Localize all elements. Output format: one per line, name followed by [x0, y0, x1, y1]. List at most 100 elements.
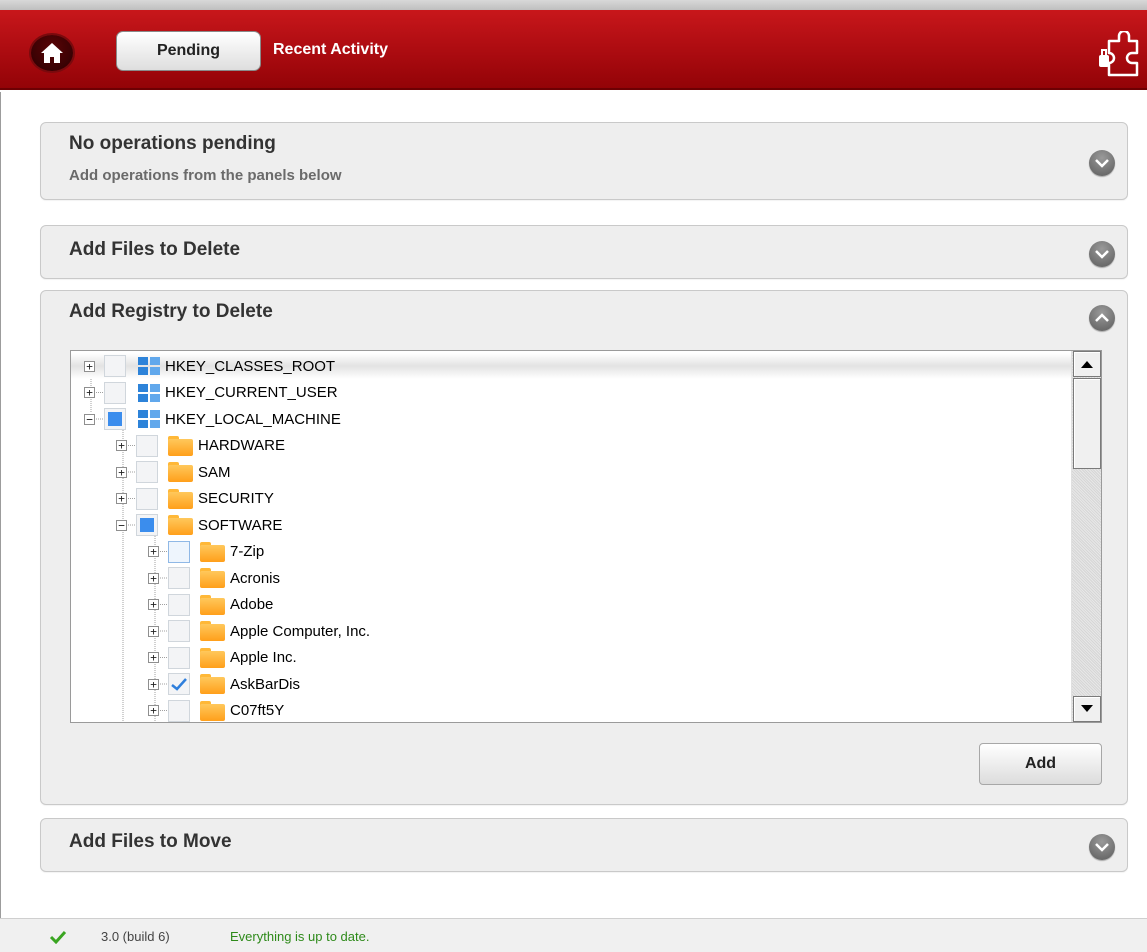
tree-row[interactable]: + SAM	[116, 459, 231, 485]
panel-title: Add Files to Move	[69, 831, 232, 852]
tree-checkbox[interactable]	[104, 381, 126, 404]
tree-row[interactable]: + Adobe	[148, 592, 273, 618]
folder-icon	[168, 435, 193, 456]
tree-row-label: SAM	[198, 463, 231, 481]
folder-icon	[200, 541, 225, 562]
checkmark-icon	[171, 677, 187, 691]
expand-node-icon[interactable]: +	[84, 387, 95, 398]
folder-icon	[200, 594, 225, 615]
version-label: 3.0 (build 6)	[101, 929, 170, 944]
tree-row[interactable]: + HARDWARE	[116, 433, 285, 459]
tree-row-label: SECURITY	[198, 490, 274, 507]
folder-icon	[168, 488, 193, 509]
tree-checkbox[interactable]	[136, 461, 158, 483]
folder-icon	[168, 462, 193, 482]
add-files-to-delete-panel[interactable]: Add Files to Delete	[40, 225, 1128, 279]
expand-node-icon[interactable]: +	[116, 466, 127, 478]
expand-node-icon[interactable]: +	[148, 652, 159, 663]
scroll-thumb[interactable]	[1073, 378, 1101, 469]
folder-icon	[200, 674, 225, 694]
expand-node-icon[interactable]: +	[148, 678, 159, 690]
tree-checkbox[interactable]	[136, 434, 158, 457]
folder-icon	[200, 568, 225, 588]
tree-row-label: SOFTWARE	[198, 516, 283, 534]
tree-row-label: Apple Inc.	[230, 649, 297, 666]
panel-subtitle: Add operations from the panels below	[69, 167, 342, 184]
status-message: Everything is up to date.	[230, 929, 370, 944]
chevron-down-icon	[1095, 843, 1109, 852]
tab-pending[interactable]: Pending	[116, 31, 261, 71]
tree-row[interactable]: + HKEY_CURRENT_USER	[84, 380, 338, 406]
expand-node-icon[interactable]: +	[148, 546, 159, 557]
home-icon	[41, 43, 63, 63]
chevron-up-icon	[1095, 313, 1109, 322]
panel-title: No operations pending	[69, 133, 276, 154]
add-files-to-move-panel[interactable]: Add Files to Move	[40, 818, 1128, 872]
expand-toggle-button[interactable]	[1089, 150, 1115, 176]
collapse-node-icon[interactable]: −	[84, 413, 95, 425]
panel-title: Add Registry to Delete	[69, 301, 273, 322]
expand-node-icon[interactable]: +	[116, 493, 127, 504]
tree-row[interactable]: − SOFTWARE	[116, 512, 282, 538]
collapse-node-icon[interactable]: −	[116, 519, 127, 531]
tree-checkbox[interactable]	[136, 514, 158, 536]
tree-checkbox[interactable]	[168, 593, 190, 616]
tree-row[interactable]: − HKEY_LOCAL_MACHINE	[84, 406, 341, 432]
tree-checkbox[interactable]	[168, 673, 190, 695]
tree-row-label: Apple Computer, Inc.	[230, 622, 371, 640]
tree-checkbox[interactable]	[168, 540, 190, 563]
main-content: No operations pending Add operations fro…	[0, 92, 1147, 918]
tree-row-label: HKEY_LOCAL_MACHINE	[165, 410, 341, 428]
vertical-scrollbar[interactable]	[1071, 351, 1101, 722]
tree-row[interactable]: +7-Zip	[148, 539, 264, 565]
scroll-up-button[interactable]	[1073, 351, 1101, 377]
expand-node-icon[interactable]: +	[116, 440, 127, 451]
expand-toggle-button[interactable]	[1089, 241, 1115, 267]
registry-hive-icon	[138, 383, 160, 402]
tree-row-label: HKEY_CLASSES_ROOT	[165, 357, 336, 375]
tree-row-label: Adobe	[230, 596, 274, 613]
registry-tree-view[interactable]: + HKEY_CLASSES_ROOT + HKEY_CURRENT_USER − HKE…	[70, 350, 1102, 723]
tab-recent-activity[interactable]: Recent Activity	[273, 41, 388, 59]
tree-checkbox[interactable]	[168, 567, 190, 589]
pending-operations-panel: No operations pending Add operations fro…	[40, 122, 1128, 200]
tree-checkbox[interactable]	[104, 408, 126, 430]
tree-row-label: C07ft5Y	[230, 702, 285, 719]
tree-row-label: 7-Zip	[230, 543, 265, 560]
expand-node-icon[interactable]: +	[148, 599, 159, 610]
arrow-down-icon	[1081, 705, 1093, 712]
tree-checkbox[interactable]	[168, 620, 190, 642]
registry-hive-icon	[138, 357, 160, 375]
chevron-down-icon	[1095, 250, 1109, 259]
tree-checkbox[interactable]	[136, 487, 158, 510]
home-button[interactable]	[31, 35, 73, 71]
tree-row[interactable]: + Apple Inc.	[148, 645, 297, 671]
expand-node-icon[interactable]: +	[84, 360, 95, 372]
tree-row[interactable]: + SECURITY	[116, 486, 274, 512]
header-bar: Pending Recent Activity	[0, 10, 1147, 90]
chevron-down-icon	[1095, 159, 1109, 168]
expand-node-icon[interactable]: +	[148, 572, 159, 584]
tree-row[interactable]: + Acronis	[148, 565, 280, 591]
expand-toggle-button[interactable]	[1089, 834, 1115, 860]
folder-icon	[200, 700, 225, 721]
tree-row[interactable]: + HKEY_CLASSES_ROOT	[71, 353, 1073, 379]
collapse-toggle-button[interactable]	[1089, 305, 1115, 331]
check-icon	[49, 930, 67, 944]
tree-row-label: Acronis	[230, 569, 281, 587]
add-button[interactable]: Add	[979, 743, 1102, 785]
tree-row-label: AskBarDis	[230, 675, 301, 693]
scroll-down-button[interactable]	[1073, 696, 1101, 722]
tree-checkbox[interactable]	[104, 355, 126, 377]
folder-icon	[200, 647, 225, 668]
tree-row[interactable]: + AskBarDis	[148, 671, 300, 697]
expand-node-icon[interactable]: +	[148, 705, 159, 716]
tree-row[interactable]: + Apple Computer, Inc.	[148, 618, 370, 644]
tree-checkbox[interactable]	[168, 646, 190, 669]
tree-row-label: HKEY_CURRENT_USER	[165, 384, 338, 401]
tree-row[interactable]: + C07ft5Y	[148, 698, 285, 723]
status-bar: 3.0 (build 6) Everything is up to date.	[0, 918, 1147, 952]
panel-title: Add Files to Delete	[69, 239, 241, 260]
expand-node-icon[interactable]: +	[148, 625, 159, 637]
tree-checkbox[interactable]	[168, 699, 190, 722]
